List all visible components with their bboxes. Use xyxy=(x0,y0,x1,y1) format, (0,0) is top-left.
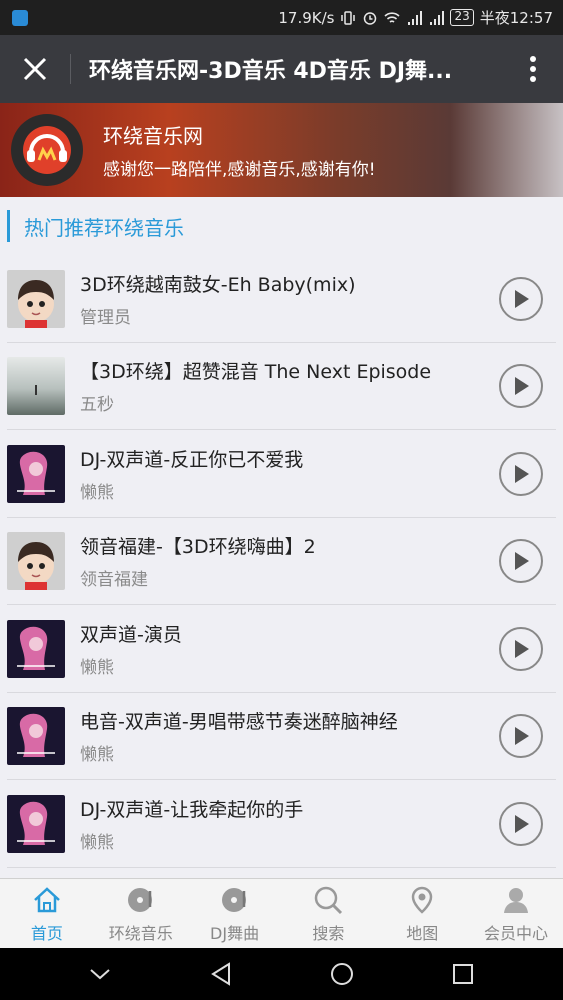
play-button[interactable] xyxy=(499,276,543,321)
tab-label: DJ舞曲 xyxy=(210,924,260,943)
song-artist: 管理员 xyxy=(80,307,131,328)
tab-label: 地图 xyxy=(406,924,439,943)
play-icon xyxy=(515,639,529,658)
dj-disc-icon xyxy=(218,883,252,917)
song-artist: 懒熊 xyxy=(80,657,114,678)
song-title: 【3D环绕】超赞混音 The Next Episode xyxy=(80,361,432,384)
song-list: 3D环绕越南鼓女-Eh Baby(mix) 管理员 【3D环绕】超赞混音 The… xyxy=(0,255,563,868)
site-logo[interactable] xyxy=(11,114,83,186)
list-item[interactable]: 电音-双声道-男唱带感节奏迷醉脑神经 懒熊 xyxy=(0,693,563,781)
list-item[interactable]: 3D环绕越南鼓女-Eh Baby(mix) 管理员 xyxy=(0,255,563,343)
thumb-misty-lake xyxy=(7,357,65,416)
thumb-album-cover xyxy=(7,444,65,503)
tab-home[interactable]: 首页 xyxy=(0,879,94,948)
song-artist: 懒熊 xyxy=(80,482,114,503)
net-speed: 17.9K/s xyxy=(278,8,335,27)
close-button[interactable] xyxy=(0,35,70,103)
play-button[interactable] xyxy=(499,539,543,584)
bottom-tab-bar: 首页 环绕音乐 DJ舞曲 搜索 地图 会员中心 xyxy=(0,878,563,948)
hide-keyboard-button[interactable] xyxy=(82,956,118,992)
thumb-album-cover xyxy=(7,619,65,678)
song-title: 电音-双声道-男唱带感节奏迷醉脑神经 xyxy=(80,711,398,734)
song-title: 双声道-演员 xyxy=(80,623,182,646)
tab-map[interactable]: 地图 xyxy=(375,879,469,948)
site-slogan: 感谢您一路陪伴,感谢音乐,感谢有你! xyxy=(103,160,376,180)
play-icon xyxy=(515,727,529,746)
site-logo-icon xyxy=(23,126,71,174)
tab-search[interactable]: 搜索 xyxy=(281,879,375,948)
tab-label: 环绕音乐 xyxy=(108,924,173,943)
play-icon xyxy=(515,289,529,308)
home-circle-icon xyxy=(330,963,353,985)
list-item[interactable]: 【3D环绕】超赞混音 The Next Episode 五秒 xyxy=(0,343,563,431)
vibrate-icon xyxy=(341,10,356,25)
map-pin-icon xyxy=(405,883,439,917)
song-artist: 懒熊 xyxy=(80,832,114,853)
home-icon xyxy=(30,883,64,917)
thumb-album-cover xyxy=(7,707,65,766)
song-title: 3D环绕越南鼓女-Eh Baby(mix) xyxy=(80,273,356,296)
system-nav-bar xyxy=(0,948,563,1000)
alarm-icon xyxy=(364,11,377,25)
list-item[interactable]: 双声道-演员 懒熊 xyxy=(0,605,563,693)
more-menu-button[interactable] xyxy=(503,35,563,103)
user-icon xyxy=(499,883,533,917)
play-icon xyxy=(515,814,529,833)
back-button[interactable] xyxy=(203,956,239,992)
play-button[interactable] xyxy=(499,364,543,409)
more-vertical-icon xyxy=(530,56,536,82)
song-title: DJ-双声道-反正你已不爱我 xyxy=(80,448,304,471)
tab-label: 会员中心 xyxy=(484,924,549,943)
tab-label: 首页 xyxy=(30,924,63,943)
play-icon xyxy=(515,464,529,483)
section-header: 热门推荐环绕音乐 xyxy=(0,197,563,255)
battery-level: 23 xyxy=(450,9,474,26)
list-item[interactable]: 领音福建-【3D环绕嗨曲】2 领音福建 xyxy=(0,518,563,606)
play-button[interactable] xyxy=(499,714,543,759)
section-title: 热门推荐环绕音乐 xyxy=(24,215,184,240)
browser-toolbar: 环绕音乐网-3D音乐 4D音乐 DJ舞... xyxy=(0,35,563,103)
page-title: 环绕音乐网-3D音乐 4D音乐 DJ舞... xyxy=(89,59,453,84)
site-name: 环绕音乐网 xyxy=(103,124,203,148)
close-icon xyxy=(23,57,47,81)
site-banner: 环绕音乐网 感谢您一路陪伴,感谢音乐,感谢有你! xyxy=(0,103,563,197)
section-accent-bar xyxy=(7,210,10,242)
play-button[interactable] xyxy=(499,626,543,671)
search-icon xyxy=(311,883,345,917)
play-icon xyxy=(515,377,529,396)
song-artist: 懒熊 xyxy=(80,745,114,766)
tab-surround-music[interactable]: 环绕音乐 xyxy=(94,879,188,948)
recents-button[interactable] xyxy=(445,956,481,992)
song-artist: 领音福建 xyxy=(80,570,148,591)
signal-3g-icon xyxy=(430,10,445,25)
thumb-album-cover xyxy=(7,794,65,853)
play-button[interactable] xyxy=(499,801,543,846)
clock: 半夜12:57 xyxy=(479,9,553,27)
tab-member-center[interactable]: 会员中心 xyxy=(469,879,563,948)
status-bar: 17.9K/s 23 半夜12:57 xyxy=(0,0,563,35)
play-button[interactable] xyxy=(499,451,543,496)
signal-4g-icon xyxy=(408,10,423,25)
thumb-cartoon-boy xyxy=(7,532,65,591)
chevron-down-icon xyxy=(90,969,111,980)
wifi-icon xyxy=(384,11,401,23)
tab-dj-dance[interactable]: DJ舞曲 xyxy=(188,879,282,948)
play-icon xyxy=(515,552,529,571)
thumb-cartoon-boy xyxy=(7,269,65,328)
recents-square-icon xyxy=(452,964,473,984)
list-item[interactable]: DJ-双声道-让我牵起你的手 懒熊 xyxy=(0,780,563,868)
home-button[interactable] xyxy=(324,956,360,992)
back-triangle-icon xyxy=(211,962,231,986)
list-item[interactable]: DJ-双声道-反正你已不爱我 懒熊 xyxy=(0,430,563,518)
tab-label: 搜索 xyxy=(312,924,345,943)
song-artist: 五秒 xyxy=(80,395,114,416)
music-disc-icon xyxy=(124,883,158,917)
song-title: 领音福建-【3D环绕嗨曲】2 xyxy=(80,536,316,559)
app-notification-icon xyxy=(12,9,28,26)
song-title: DJ-双声道-让我牵起你的手 xyxy=(80,798,304,821)
